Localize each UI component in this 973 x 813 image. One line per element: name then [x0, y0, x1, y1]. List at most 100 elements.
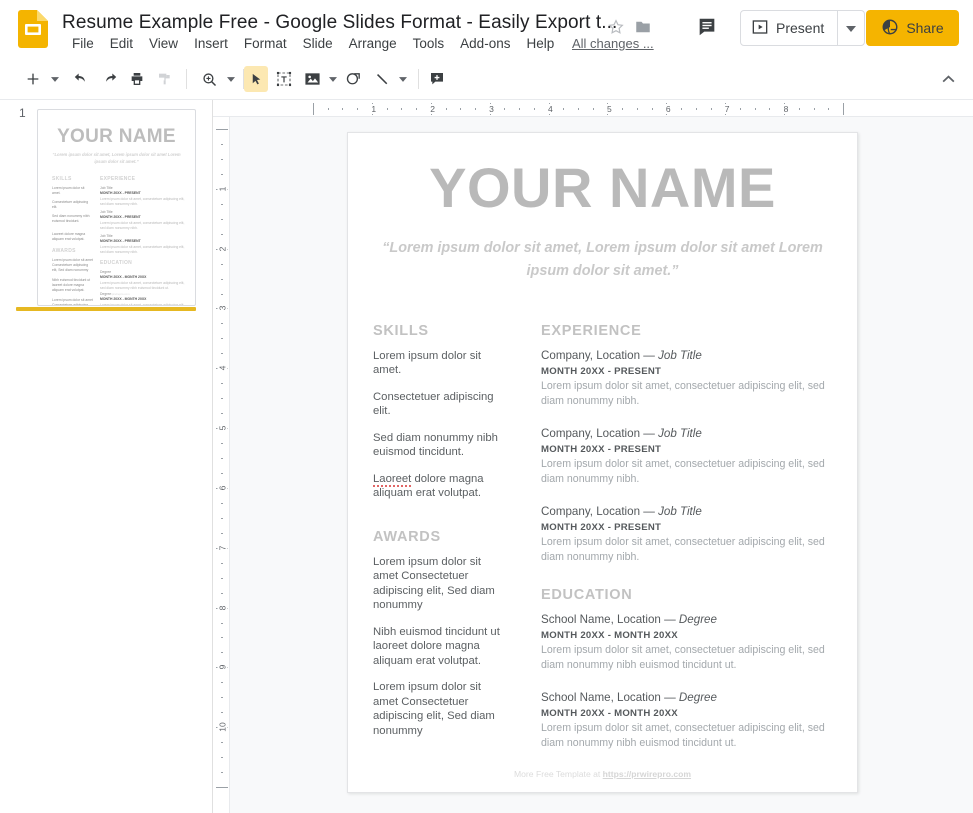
collapse-toolbar-button[interactable] [935, 66, 961, 92]
spellcheck-underline-word[interactable]: Laoreet [373, 472, 412, 487]
share-button[interactable]: Share [866, 10, 959, 46]
education-list[interactable]: School Name, Location — Degree MONTH 20X… [541, 612, 831, 768]
menu-item-arrange[interactable]: Arrange [341, 34, 405, 53]
print-button[interactable] [124, 66, 150, 92]
thumb-name: YOUR NAME [57, 126, 176, 147]
thumbnail-selection-indicator [16, 307, 196, 311]
skills-item: Lorem ipsum dolor sit amet. [373, 350, 481, 377]
zoom-dropdown[interactable] [222, 66, 240, 92]
thumb-exp-date: MONTH 20XX - PRESENT [100, 239, 141, 243]
ruler-tick [681, 108, 683, 110]
horizontal-ruler[interactable]: 1 2 3 4 5 6 7 8 [213, 100, 973, 117]
folder-icon[interactable] [634, 18, 652, 36]
shape-button[interactable] [341, 66, 365, 92]
ruler-tick [474, 108, 476, 110]
experience-entry-org: Company, Location — Job Title [541, 426, 831, 441]
role-label: Job Title [658, 426, 702, 440]
ruler-tick [813, 108, 815, 110]
role-label: Job Title [658, 504, 702, 518]
insert-image-dropdown[interactable] [324, 66, 342, 92]
ruler-tick [221, 263, 223, 265]
ruler-tick [221, 577, 223, 579]
star-outline-icon[interactable] [607, 18, 625, 36]
menu-item-file[interactable]: File [64, 34, 102, 53]
skills-heading[interactable]: SKILLS [373, 323, 429, 339]
comment-icon[interactable] [696, 16, 718, 38]
select-tool-button[interactable] [244, 66, 268, 92]
title-bar: Resume Example Free - Google Slides Form… [0, 0, 973, 58]
experience-entry-date: MONTH 20XX - PRESENT [541, 521, 662, 533]
slide-footer: More Free Template at https://prwirepro.… [348, 769, 857, 779]
ruler-tick [221, 158, 223, 160]
zoom-button[interactable] [196, 66, 222, 92]
ruler-tick [460, 108, 462, 110]
menu-item-help[interactable]: Help [518, 34, 562, 53]
ruler-label-h: 1 [369, 104, 379, 114]
ruler-tick [622, 108, 624, 110]
menu-item-edit[interactable]: Edit [102, 34, 141, 53]
ruler-tick [754, 108, 756, 110]
new-slide-button[interactable] [20, 66, 46, 92]
slide-thumbnail-1[interactable]: YOUR NAME “Lorem ipsum dolor sit amet, L… [37, 109, 196, 306]
education-heading[interactable]: EDUCATION [541, 587, 632, 603]
awards-item: Lorem ipsum dolor sit amet Consectetuer … [373, 556, 495, 612]
present-button[interactable]: Present [741, 11, 837, 45]
menu-item-insert[interactable]: Insert [186, 34, 236, 53]
toolbar [0, 58, 973, 100]
ruler-tick [221, 383, 223, 385]
experience-heading[interactable]: EXPERIENCE [541, 323, 641, 339]
redo-button[interactable] [96, 66, 122, 92]
undo-button[interactable] [68, 66, 94, 92]
present-dropdown-button[interactable] [837, 11, 864, 45]
slide-canvas[interactable]: YOUR NAME “Lorem ipsum dolor sit amet, L… [347, 132, 858, 793]
present-button-group: Present [740, 10, 866, 46]
experience-entry-org: Company, Location — Job Title [541, 504, 831, 519]
line-dropdown[interactable] [394, 66, 412, 92]
vertical-ruler[interactable]: 1 2 3 4 5 6 7 8 9 10 [213, 117, 230, 813]
ruler-tick [769, 108, 771, 110]
menu-item-view[interactable]: View [141, 34, 186, 53]
thumb-awards-item: Lorem ipsum dolor sit amet Consectetuer … [52, 298, 93, 306]
ruler-tick [342, 108, 344, 110]
slide-number-label: 1 [19, 106, 26, 120]
menu-item-slide[interactable]: Slide [295, 34, 341, 53]
thumb-skills-item: Consectetuer adipiscing elit. [52, 200, 89, 210]
ruler-tick [221, 622, 223, 624]
document-title[interactable]: Resume Example Free - Google Slides Form… [62, 12, 617, 34]
text-box-button[interactable] [272, 66, 296, 92]
ruler-tick [636, 108, 638, 110]
new-slide-dropdown[interactable] [46, 66, 64, 92]
experience-entry: Company, Location — Job Title MONTH 20XX… [541, 348, 831, 410]
ruler-tick [221, 323, 223, 325]
slide-footer-link[interactable]: https://prwirepro.com [603, 769, 691, 779]
experience-list[interactable]: Company, Location — Job Title MONTH 20XX… [541, 348, 831, 581]
slide-title-your-name[interactable]: YOUR NAME [348, 160, 857, 216]
menu-item-addons[interactable]: Add-ons [452, 34, 518, 53]
ruler-label-v: 1 [217, 183, 228, 195]
line-button[interactable] [370, 66, 394, 92]
experience-entry-desc: Lorem ipsum dolor sit amet, consectetuer… [541, 535, 825, 563]
education-entry-date: MONTH 20XX - MONTH 20XX [541, 707, 678, 719]
insert-image-button[interactable] [300, 66, 324, 92]
awards-heading[interactable]: AWARDS [373, 529, 441, 545]
ruler-tick [386, 108, 388, 110]
slide-subtitle-quote[interactable]: “Lorem ipsum dolor sit amet, Lorem ipsum… [374, 237, 831, 284]
awards-item: Nibh euismod tincidunt ut laoreet dolore… [373, 625, 500, 667]
save-status-label[interactable]: All changes ... [572, 36, 654, 51]
ruler-label-v: 2 [217, 243, 228, 255]
ruler-tick [221, 233, 223, 235]
slide-editor-area[interactable]: 1 2 3 4 5 6 7 8 1 2 3 4 5 6 7 8 9 10 YOUR NAME “Lorem ip… [213, 100, 973, 813]
add-comment-button[interactable] [424, 66, 450, 92]
awards-list[interactable]: Lorem ipsum dolor sit amet Consectetuer … [373, 555, 509, 750]
skills-list[interactable]: Lorem ipsum dolor sit amet. Consectetuer… [373, 349, 509, 513]
ruler-tick [221, 413, 223, 415]
toolbar-separator [186, 69, 187, 89]
ruler-tick [221, 757, 223, 759]
ruler-tick [221, 742, 223, 744]
paint-format-button[interactable] [152, 66, 178, 92]
thumb-exp-date: MONTH 20XX - PRESENT [100, 215, 141, 219]
menu-item-format[interactable]: Format [236, 34, 295, 53]
education-entry-org: School Name, Location — Degree [541, 690, 831, 705]
menu-item-tools[interactable]: Tools [405, 34, 453, 53]
ruler-tick [221, 398, 223, 400]
